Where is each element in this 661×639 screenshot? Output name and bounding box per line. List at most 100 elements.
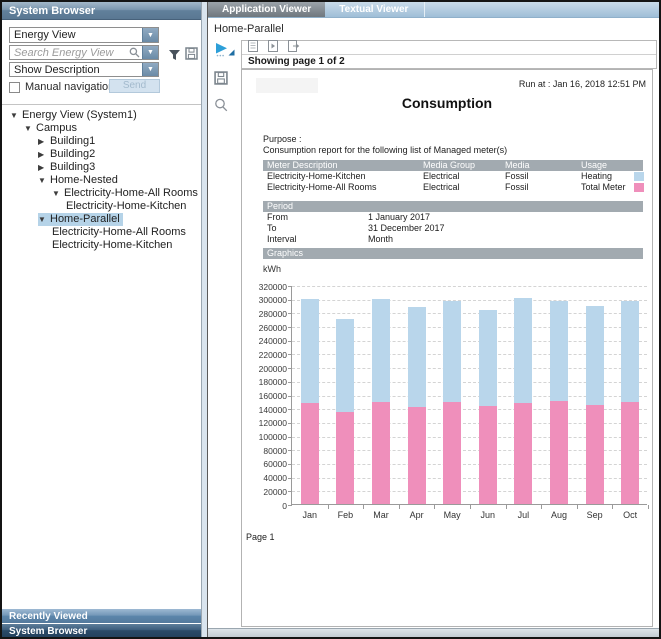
tree-item-inner[interactable]: ▶Building2 [38, 148, 98, 161]
save-icon[interactable] [214, 71, 241, 90]
bar-jan[interactable] [301, 299, 319, 504]
tree-item-home-parallel[interactable]: ▼Home-Parallel [2, 213, 201, 226]
view-selector-value: Energy View [10, 29, 142, 41]
search-box[interactable]: ▼ [9, 45, 159, 60]
collapse-icon[interactable]: ▼ [24, 122, 36, 135]
tree-item-home-nested[interactable]: ▼Home-Nested [2, 174, 201, 187]
meter-cell: Fossil [505, 171, 581, 182]
tree-item-building1[interactable]: ▶Building1 [2, 135, 201, 148]
bar-sep[interactable] [586, 306, 604, 504]
bar-feb[interactable] [336, 319, 354, 504]
expand-icon[interactable]: ▶ [38, 135, 50, 148]
collapse-icon[interactable]: ▼ [52, 187, 64, 200]
tree-item-inner[interactable]: Electricity-Home-All Rooms [52, 226, 189, 239]
system-browser-bar[interactable]: System Browser [2, 623, 201, 637]
tree-item-electricity-home-kitchen[interactable]: Electricity-Home-Kitchen [2, 200, 201, 213]
tree-item-electricity-home-all-rooms[interactable]: Electricity-Home-All Rooms [2, 226, 201, 239]
tree-item-inner[interactable]: ▼Energy View (System1) [10, 109, 140, 122]
bar-jun[interactable] [479, 310, 497, 504]
y-tick-mark [288, 505, 292, 506]
y-axis-unit-label: kWh [263, 264, 281, 274]
system-browser-header[interactable]: System Browser [2, 2, 201, 20]
y-tick-label: 300000 [244, 295, 287, 305]
y-tick-mark [288, 300, 292, 301]
y-tick-mark [288, 409, 292, 410]
tree-item-inner[interactable]: ▼Home-Nested [38, 174, 121, 187]
run-report-icon[interactable] [214, 42, 241, 63]
bar-apr[interactable] [408, 307, 426, 504]
description-selector-dropdown[interactable]: Show Description ▼ [9, 62, 159, 77]
tree-item-electricity-home-kitchen[interactable]: Electricity-Home-Kitchen [2, 239, 201, 252]
tree-item-inner[interactable]: ▼Home-Parallel [38, 213, 123, 226]
page-export-icon[interactable] [288, 39, 300, 57]
horizontal-scrollbar[interactable] [208, 628, 659, 637]
purpose-text: Consumption report for the following lis… [263, 145, 507, 155]
tree-item-inner[interactable]: ▼Campus [24, 122, 80, 135]
bar-segment-electricity-home-all-rooms [586, 405, 604, 504]
tree-item-inner[interactable]: ▶Building1 [38, 135, 98, 148]
expand-icon[interactable]: ▶ [38, 148, 50, 161]
tree-item-inner[interactable]: ▼Electricity-Home-All Rooms [52, 187, 201, 200]
page-play-icon[interactable] [268, 39, 278, 57]
tree-item-energy-view-system1[interactable]: ▼Energy View (System1) [2, 109, 201, 122]
collapse-icon[interactable]: ▼ [38, 174, 50, 187]
gridline [292, 286, 647, 287]
expand-icon[interactable]: ▶ [38, 161, 50, 174]
x-tick-label: Jul [505, 510, 541, 520]
x-tick-mark [363, 505, 364, 509]
x-tick-label: Aug [541, 510, 577, 520]
tree-item-inner[interactable]: Electricity-Home-Kitchen [66, 200, 189, 213]
bar-may[interactable] [443, 301, 461, 504]
chevron-down-icon[interactable]: ▼ [142, 28, 158, 42]
search-icon[interactable] [129, 47, 140, 58]
meter-cell: Electrical [423, 171, 505, 182]
period-body: From1 January 2017To31 December 2017Inte… [263, 212, 643, 245]
meter-cell: Electricity-Home-All Rooms [263, 182, 423, 193]
chevron-down-icon[interactable]: ▼ [142, 63, 158, 76]
save-filter-icon[interactable] [185, 47, 198, 65]
viewer-side-toolbar [208, 38, 241, 125]
bar-oct[interactable] [621, 301, 639, 504]
tree-item-label: Electricity-Home-Kitchen [66, 200, 186, 212]
bar-aug[interactable] [550, 301, 568, 504]
tree-item-inner[interactable]: Electricity-Home-Kitchen [52, 239, 175, 252]
filter-icon[interactable] [168, 48, 181, 66]
panel-splitter[interactable] [201, 2, 208, 637]
y-tick-mark [288, 286, 292, 287]
page-number: Page 1 [246, 532, 275, 542]
collapse-icon[interactable]: ▼ [38, 213, 50, 226]
tab-application-viewer[interactable]: Application Viewer [208, 2, 325, 17]
meter-cell: Fossil [505, 182, 581, 193]
page-icon[interactable] [248, 39, 258, 57]
y-tick-label: 240000 [244, 336, 287, 346]
view-selector-dropdown[interactable]: Energy View ▼ [9, 27, 159, 43]
y-tick-label: 20000 [244, 487, 287, 497]
collapse-icon[interactable]: ▼ [10, 109, 22, 122]
recently-viewed-bar[interactable]: Recently Viewed [2, 608, 201, 623]
consumption-chart: 0200004000060000800001000001200001400001… [242, 276, 654, 528]
tree-item-building2[interactable]: ▶Building2 [2, 148, 201, 161]
paging-status: Showing page 1 of 2 [242, 55, 656, 68]
bar-jul[interactable] [514, 298, 532, 504]
y-tick-label: 120000 [244, 418, 287, 428]
report-toolbar-icons [242, 41, 656, 55]
zoom-icon[interactable] [214, 98, 241, 117]
y-tick-mark [288, 491, 292, 492]
manual-navigation-checkbox[interactable] [9, 82, 20, 93]
tree-item-inner[interactable]: ▶Building3 [38, 161, 98, 174]
meter-col-header-media-group: Media Group [423, 160, 505, 171]
send-button[interactable]: Send [109, 79, 160, 93]
chevron-down-icon[interactable]: ▼ [142, 46, 158, 59]
tree-item-label: Campus [36, 122, 77, 134]
y-tick-label: 220000 [244, 350, 287, 360]
y-tick-mark [288, 478, 292, 479]
tree-item-campus[interactable]: ▼Campus [2, 122, 201, 135]
bar-mar[interactable] [372, 299, 390, 504]
search-input[interactable] [10, 47, 129, 59]
x-tick-label: Mar [363, 510, 399, 520]
tree-item-electricity-home-all-rooms[interactable]: ▼Electricity-Home-All Rooms [2, 187, 201, 200]
x-tick-label: Sep [577, 510, 613, 520]
x-tick-label: Jun [470, 510, 506, 520]
tab-textual-viewer[interactable]: Textual Viewer [325, 2, 422, 17]
tree-item-building3[interactable]: ▶Building3 [2, 161, 201, 174]
